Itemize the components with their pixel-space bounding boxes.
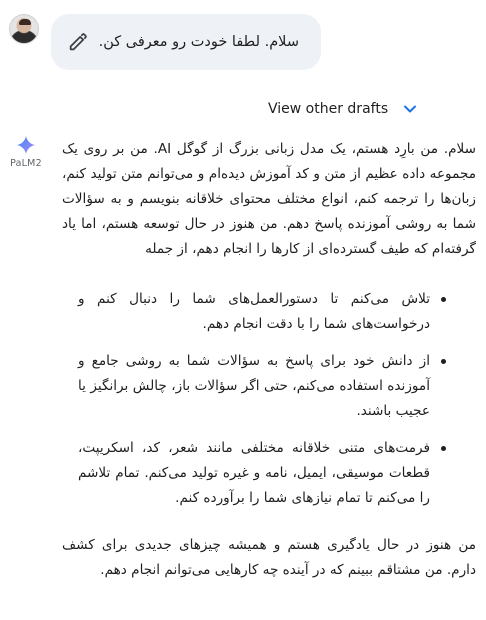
response-intro: سلام. من بارِد هستم، یک مدل زبانی بزرگ ا… bbox=[62, 141, 476, 257]
user-avatar bbox=[9, 14, 39, 44]
response-body: سلام. من بارِد هستم، یک مدل زبانی بزرگ ا… bbox=[62, 137, 476, 583]
response-bullet-list: تلاش می‌کنم تا دستورالعمل‌های شما را دنب… bbox=[78, 287, 446, 511]
bullet-item: تلاش می‌کنم تا دستورالعمل‌های شما را دنب… bbox=[78, 287, 446, 337]
model-badge: PaLM2 bbox=[8, 134, 44, 169]
sparkle-icon bbox=[15, 134, 37, 156]
model-name: PaLM2 bbox=[10, 158, 42, 169]
view-drafts-label: View other drafts bbox=[268, 101, 389, 117]
bullet-item: فرمت‌های متنی خلاقانه مختلفی مانند شعر، … bbox=[78, 436, 446, 511]
view-drafts-button[interactable]: View other drafts bbox=[268, 101, 418, 117]
user-prompt-text: سلام. لطفا خودت رو معرفی کن. bbox=[98, 34, 299, 50]
chat-page: سلام. لطفا خودت رو معرفی کن. View other … bbox=[0, 0, 486, 620]
bullet-item: از دانش خود برای پاسخ به سؤالات شما به ر… bbox=[78, 349, 446, 424]
edit-icon[interactable] bbox=[67, 31, 89, 53]
response-closing: من هنوز در حال یادگیری هستم و همیشه چیزه… bbox=[62, 537, 476, 578]
user-prompt-bubble: سلام. لطفا خودت رو معرفی کن. bbox=[51, 14, 321, 70]
chevron-down-icon bbox=[402, 101, 418, 117]
